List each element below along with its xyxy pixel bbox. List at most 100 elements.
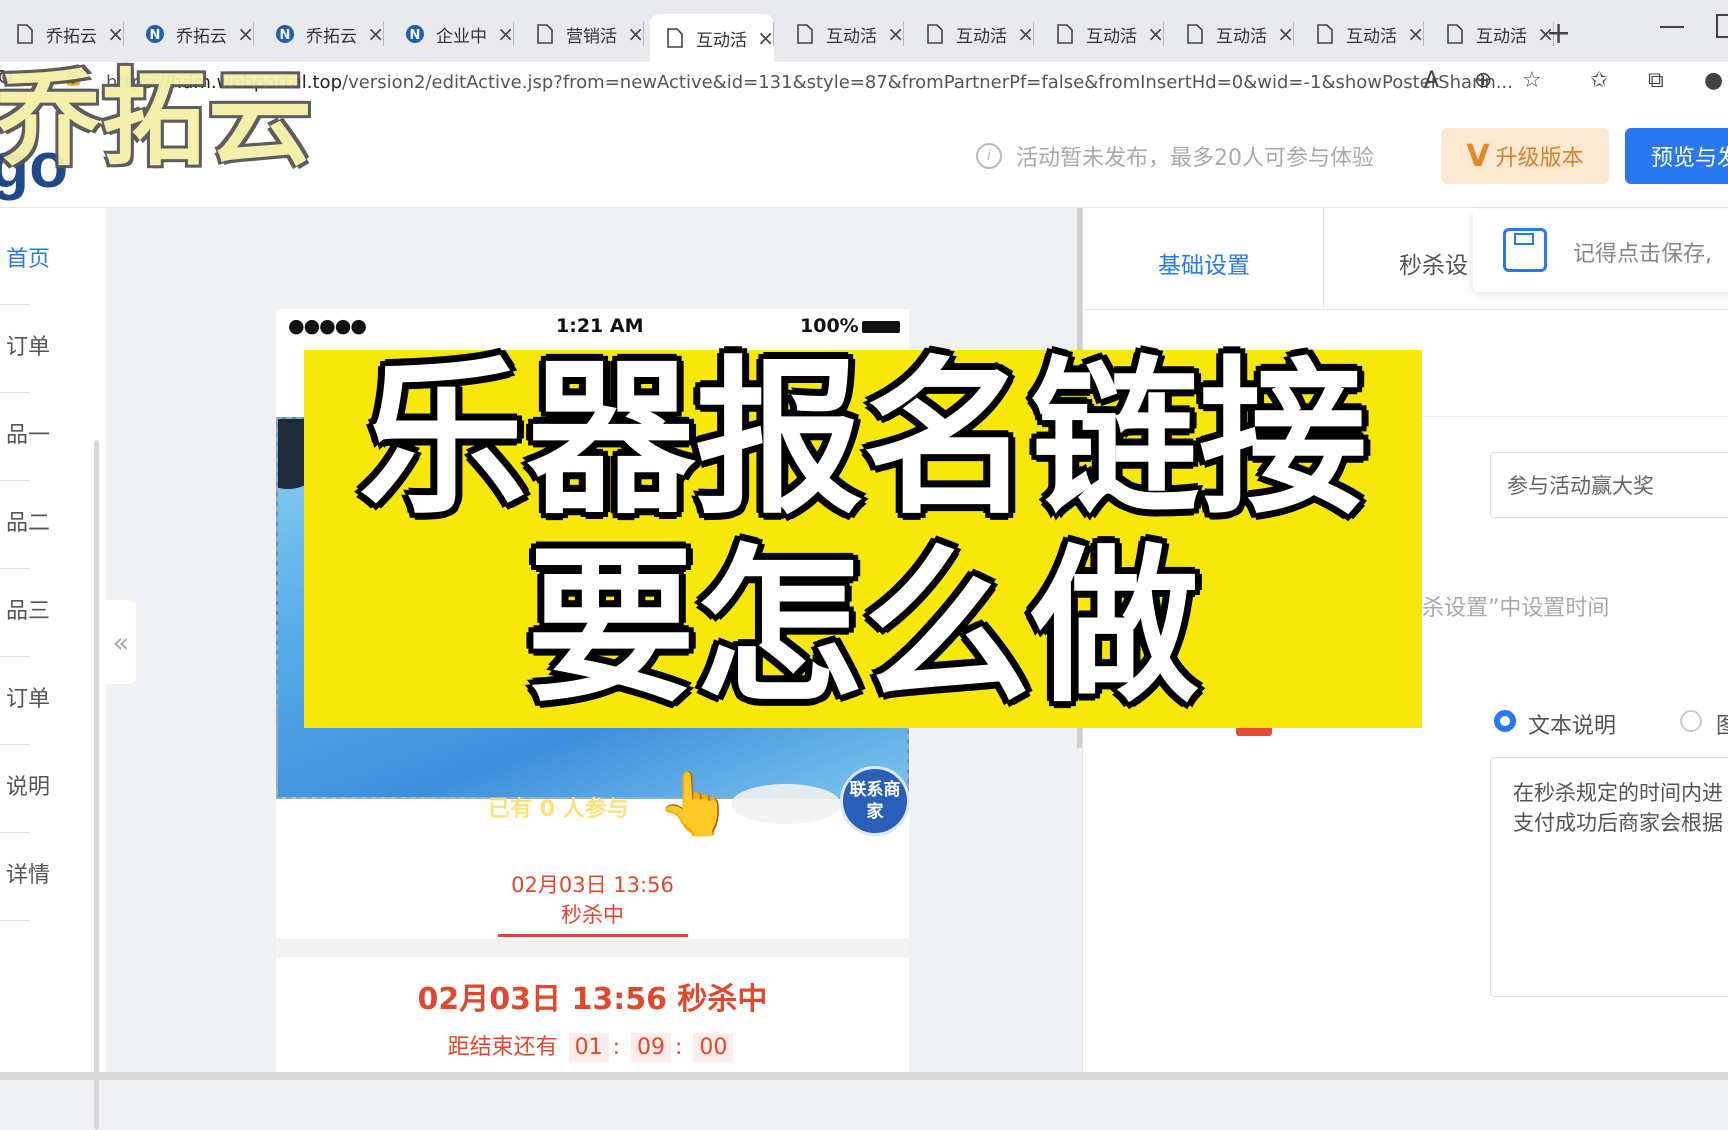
sidebar-item[interactable]: 品一: [0, 384, 90, 481]
browser-tab[interactable]: 互动活 ×: [1300, 14, 1424, 54]
time-hint: 秒杀设置”中设置时间: [1400, 596, 1610, 621]
browser-tab-label: 互动活: [1346, 26, 1397, 47]
sidebar-item[interactable]: 订单: [0, 296, 90, 393]
tab-separator: [383, 22, 384, 46]
image-description-label[interactable]: 图: [1716, 708, 1728, 740]
profile-icon[interactable]: ●: [1704, 68, 1723, 93]
page-icon: [1054, 23, 1076, 45]
pointer-hand-icon: 👆: [656, 767, 734, 840]
new-tab-button[interactable]: +: [1546, 16, 1571, 51]
page-icon: [1444, 23, 1466, 45]
sidebar-item-label: 订单: [5, 334, 50, 360]
seckill-tab-status[interactable]: 秒杀中: [276, 899, 909, 929]
battery-percent: 100%: [800, 315, 859, 337]
sidebar-item[interactable]: 说明: [0, 736, 90, 833]
page-icon: [664, 27, 686, 49]
watermark: 乔拓云: [0, 58, 315, 180]
browser-tab[interactable]: 互动活 ×: [1170, 14, 1294, 54]
minimize-icon[interactable]: [1660, 26, 1684, 28]
upgrade-button[interactable]: V 升级版本: [1441, 128, 1609, 184]
favorite-add-icon[interactable]: ☆: [1522, 68, 1542, 93]
browser-tab-label: 营销活: [566, 26, 617, 47]
bottom-scrollbar[interactable]: [0, 1072, 1728, 1080]
browser-tab-label: 互动活: [1476, 26, 1527, 47]
browser-tab[interactable]: 营销活 ×: [520, 14, 644, 54]
preview-publish-button[interactable]: 预览与发: [1625, 128, 1728, 184]
countdown-seconds: 00: [693, 1033, 734, 1062]
save-reminder: 记得点击保存,: [1473, 210, 1728, 292]
left-sidebar: 首页 订单 品一 品二 品三 订单 说明 详情: [0, 208, 106, 1130]
close-icon[interactable]: ×: [367, 22, 384, 46]
close-icon[interactable]: ×: [887, 22, 904, 46]
phone-time: 1:21 AM: [556, 315, 644, 337]
sidebar-item[interactable]: 首页: [0, 208, 90, 305]
browser-tab[interactable]: N 企业中 ×: [390, 14, 514, 54]
publish-notice-text: 活动暂未发布，最多20人可参与体验: [1016, 146, 1374, 171]
sidebar-item-label: 说明: [5, 774, 50, 800]
sidebar-item-label: 详情: [5, 862, 50, 888]
browser-tab[interactable]: 互动活 ×: [1040, 14, 1164, 54]
zoom-icon[interactable]: ⊕: [1474, 68, 1492, 93]
browser-tab[interactable]: 互动活 ×: [780, 14, 904, 54]
joined-count-text: 已有 0 人参与: [488, 797, 629, 822]
tab-separator: [1293, 22, 1294, 46]
collapse-sidebar-button[interactable]: «: [106, 600, 136, 684]
close-icon[interactable]: ×: [1407, 22, 1424, 46]
url-text[interactable]: https://hdm.webportal.top/version2/editA…: [106, 72, 1513, 93]
tab-separator: [903, 22, 904, 46]
page-icon: [534, 23, 556, 45]
close-icon[interactable]: ×: [1147, 22, 1164, 46]
sidebar-item[interactable]: 品二: [0, 472, 90, 569]
close-icon[interactable]: ×: [1277, 22, 1294, 46]
favorites-icon[interactable]: ✩: [1590, 68, 1608, 93]
seckill-tab-date[interactable]: 02月03日 13:56: [276, 869, 909, 899]
close-icon[interactable]: ×: [1017, 22, 1034, 46]
activity-title-input[interactable]: 参与活动赢大奖: [1490, 452, 1728, 518]
n-logo-icon: N: [404, 23, 426, 45]
read-aloud-icon[interactable]: A: [1424, 68, 1439, 93]
sidebar-item[interactable]: 详情: [0, 824, 90, 921]
countdown-hours: 01: [568, 1033, 609, 1062]
seckill-tab-underline: [498, 934, 688, 937]
tab-basic-settings[interactable]: 基础设置: [1158, 246, 1250, 280]
page-icon: [1314, 23, 1336, 45]
svg-text:N: N: [410, 28, 421, 43]
close-icon[interactable]: ×: [627, 22, 644, 46]
tab-separator: [1423, 22, 1424, 46]
sidebar-item-label: 品一: [5, 422, 50, 448]
rules-line: 在秒杀规定的时间内进: [1513, 781, 1723, 805]
text-description-radio[interactable]: [1494, 710, 1516, 732]
info-icon: i: [976, 143, 1002, 169]
sidebar-item[interactable]: 订单: [0, 648, 90, 745]
close-icon[interactable]: ×: [497, 22, 514, 46]
close-icon[interactable]: ×: [757, 26, 774, 50]
tab-seckill-settings[interactable]: 秒杀设: [1399, 246, 1468, 280]
video-title-line2: 要怎么做: [527, 529, 1199, 725]
sidebar-item-label: 品三: [5, 598, 50, 624]
preview-label: 预览与发: [1651, 146, 1728, 171]
sidebar-item[interactable]: 品三: [0, 560, 90, 657]
browser-tab-label: 互动活: [1086, 26, 1137, 47]
contact-merchant-button[interactable]: 联系商家: [840, 766, 909, 836]
tab-separator: [1033, 22, 1034, 46]
video-title-line1: 乐器报名链接: [359, 341, 1367, 537]
rules-line: 支付成功后商家会根据: [1513, 811, 1723, 835]
collections-icon[interactable]: ⧉: [1648, 68, 1664, 93]
save-icon: [1503, 228, 1547, 272]
rules-textarea[interactable]: 在秒杀规定的时间内进 支付成功后商家会根据: [1490, 757, 1728, 997]
tab-separator: [513, 22, 514, 46]
page-icon: [924, 23, 946, 45]
text-description-label[interactable]: 文本说明: [1528, 708, 1616, 740]
sidebar-item-label: 首页: [5, 246, 50, 272]
browser-tab[interactable]: 互动活 ×: [1430, 14, 1554, 54]
video-title: 乐器报名链接 要怎么做: [304, 345, 1422, 721]
drum-decoration: [731, 784, 841, 824]
url-path: /version2/editActive.jsp?from=newActive&…: [342, 72, 1513, 93]
image-description-radio[interactable]: [1680, 710, 1702, 732]
browser-tab[interactable]: 互动活 ×: [910, 14, 1034, 54]
countdown-minutes: 09: [631, 1033, 671, 1062]
browser-tab[interactable]: 互动活 ×: [650, 14, 774, 62]
sidebar-scrollbar[interactable]: [94, 440, 99, 1130]
maximize-icon[interactable]: [1716, 14, 1728, 38]
tab-divider: [1323, 208, 1324, 309]
